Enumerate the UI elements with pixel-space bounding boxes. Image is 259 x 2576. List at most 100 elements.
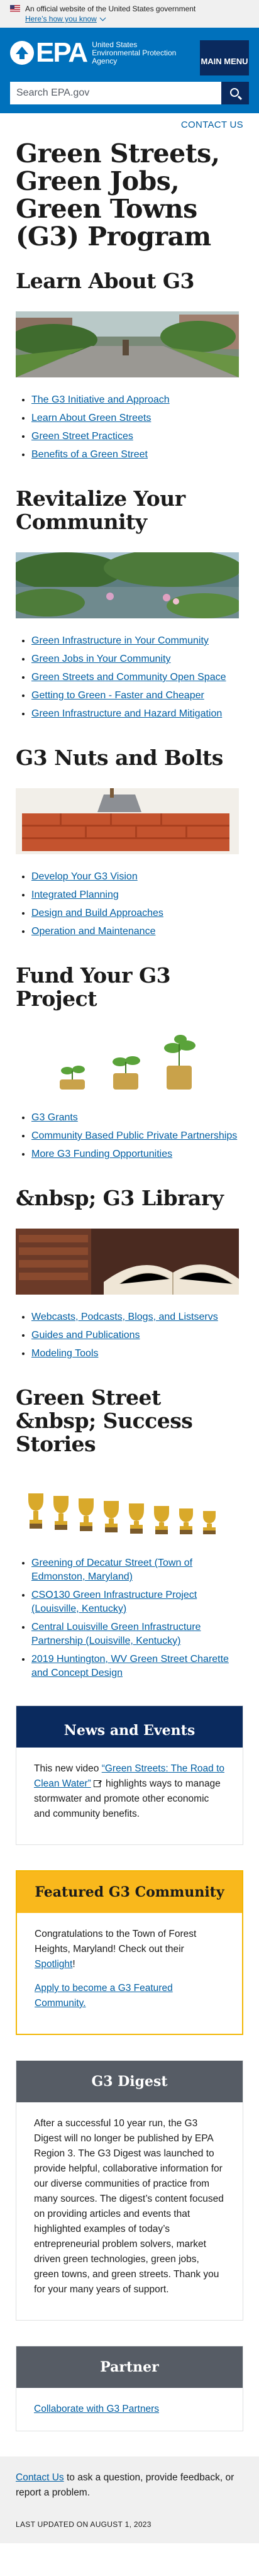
section-link[interactable]: Green Infrastructure in Your Community [31,635,209,646]
bricks-and-tools-photo [16,788,239,854]
section-title: &nbsp; G3 Library [16,1186,224,1210]
list-item: G3 Grants [31,1111,243,1125]
section-link[interactable]: 2019 Huntington, WV Green Street Charett… [31,1654,229,1678]
box-body: Collaborate with G3 Partners [16,2388,243,2431]
section-link[interactable]: Webcasts, Podcasts, Blogs, and Listservs [31,1312,218,1322]
featured-text-after: ! [72,1959,75,1970]
apply-link[interactable]: Apply to become a G3 Featured Community. [35,1983,173,2009]
search-button[interactable] [221,82,249,104]
box-body: This new video “Green Streets: The Road … [16,1748,243,1844]
section-link[interactable]: G3 Grants [31,1112,78,1123]
external-link-icon [93,1780,101,1788]
epa-flower-icon [10,41,34,65]
news-text: This new video “Green Streets: The Road … [34,1761,225,1822]
section-link[interactable]: CSO130 Green Infrastructure Project (Lou… [31,1590,197,1614]
list-item: Learn About Green Streets [31,411,243,425]
list-item: Getting to Green - Faster and Cheaper [31,689,243,703]
section-links: Green Infrastructure in Your Community G… [31,634,243,721]
section-links: Develop Your G3 Vision Integrated Planni… [31,870,243,939]
section-fund: Fund Your G3 Project • G3 Grants • Commu… [16,964,243,1161]
partner-box: Partner Collaborate with G3 Partners [16,2346,243,2431]
list-item: Guides and Publications [31,1329,243,1342]
page-title: Green Streets, Green Jobs, Green Towns (… [16,138,220,252]
g3-digest-box: G3 Digest After a successful 10 year run… [16,2060,243,2321]
section-links: Webcasts, Podcasts, Blogs, and Listservs… [31,1310,243,1361]
section-link[interactable]: Benefits of a Green Street [31,449,148,460]
list-item: Green Jobs in Your Community [31,652,243,666]
section-title: Green Street &nbsp; Success Stories [16,1385,193,1456]
last-updated: LAST UPDATED ON AUGUST 1, 2023 [16,2520,152,2529]
list-item: Benefits of a Green Street [31,448,243,462]
list-item: Operation and Maintenance [31,925,243,939]
box-body: Congratulations to the Town of Forest He… [17,1913,242,2034]
section-title: Fund Your G3 Project [16,963,171,1011]
section-link[interactable]: Green Street Practices [31,431,133,442]
section-link[interactable]: Community Based Public Private Partnersh… [31,1130,237,1141]
list-item: More G3 Funding Opportunities [31,1147,243,1161]
section-link[interactable]: Modeling Tools [31,1348,98,1359]
contact-us-row: CONTACT US [16,113,243,135]
section-link[interactable]: Green Jobs in Your Community [31,654,170,664]
list-item: Community Based Public Private Partnersh… [31,1129,243,1143]
how-you-know-label: Here’s how you know [25,14,97,23]
agency-name: United States Environmental Protection A… [92,40,177,65]
list-item: Green Street Practices [31,430,243,443]
box-body: After a successful 10 year run, the G3 D… [16,2102,243,2320]
section-learn: Learn About G3 The G3 Initiative and App… [16,269,243,462]
section-link[interactable]: Green Streets and Community Open Space [31,672,226,683]
search-input[interactable] [10,82,221,104]
chevron-down-icon [99,14,106,21]
contact-us-footer-link[interactable]: Contact Us [16,2472,64,2483]
partner-link[interactable]: Collaborate with G3 Partners [34,2404,159,2414]
how-you-know-link[interactable]: Here’s how you know [25,14,106,24]
list-item: Green Streets and Community Open Space [31,671,243,684]
section-links: The G3 Initiative and Approach Learn Abo… [31,393,243,462]
section-revitalize: Revitalize Your Community Green Infrastr… [16,487,243,721]
section-links: Greening of Decatur Street (Town of Edmo… [31,1556,243,1680]
news-events-box: News and Events This new video “Green St… [16,1705,243,1845]
list-item: Modeling Tools [31,1347,243,1361]
section-title: Learn About G3 [16,269,195,293]
us-flag-icon [10,5,20,12]
open-books-photo [16,1229,239,1295]
contact-us-link[interactable]: CONTACT US [181,120,243,130]
section-title: G3 Nuts and Bolts [16,745,223,770]
section-link[interactable]: More G3 Funding Opportunities [31,1149,172,1159]
section-link[interactable]: Greening of Decatur Street (Town of Edmo… [31,1558,192,1582]
section-link[interactable]: Integrated Planning [31,889,119,900]
section-link[interactable]: Operation and Maintenance [31,926,155,937]
box-heading: Partner [16,2346,243,2388]
list-item: CSO130 Green Infrastructure Project (Lou… [31,1588,243,1616]
section-link[interactable]: Develop Your G3 Vision [31,871,138,882]
featured-community-box: Featured G3 Community Congratulations to… [16,1870,243,2035]
coin-stacks-with-sprouts-photo [16,1029,239,1095]
section-link[interactable]: The G3 Initiative and Approach [31,394,170,405]
list-item: Design and Build Approaches [31,906,243,920]
apply-row: Apply to become a G3 Featured Community. [35,1981,224,2011]
section-links: G3 Grants Community Based Public Private… [31,1111,243,1161]
epa-logo-text: EPA [36,37,88,68]
box-heading: G3 Digest [16,2061,243,2102]
epa-logo-link[interactable]: EPA United States Environmental Protecti… [10,37,180,68]
box-heading: News and Events [16,1706,243,1748]
list-item: Integrated Planning [31,888,243,902]
section-library: &nbsp; G3 Library Webcasts, Podcasts, Bl… [16,1186,243,1361]
list-item: Green Infrastructure and Hazard Mitigati… [31,707,243,721]
section-link[interactable]: Green Infrastructure and Hazard Mitigati… [31,708,222,719]
section-link[interactable]: Guides and Publications [31,1330,140,1341]
list-item: Develop Your G3 Vision [31,870,243,884]
section-link[interactable]: Design and Build Approaches [31,908,163,918]
list-item: The G3 Initiative and Approach [31,393,243,407]
digest-text: After a successful 10 year run, the G3 D… [34,2118,224,2295]
spotlight-link[interactable]: Spotlight [35,1959,72,1970]
main-menu-button[interactable]: MAIN MENU [200,40,249,75]
list-item: Greening of Decatur Street (Town of Edmo… [31,1556,243,1584]
section-link[interactable]: Central Louisville Green Infrastructure … [31,1622,201,1646]
list-item: Webcasts, Podcasts, Blogs, and Listservs [31,1310,243,1324]
box-heading: Featured G3 Community [17,1871,242,1913]
search-bar [0,75,259,113]
section-link[interactable]: Learn About Green Streets [31,413,151,423]
section-link[interactable]: Getting to Green - Faster and Cheaper [31,690,204,701]
section-nuts-bolts: G3 Nuts and Bolts Develop Your G3 Vision… [16,746,243,939]
news-text-before: This new video [34,1763,102,1774]
